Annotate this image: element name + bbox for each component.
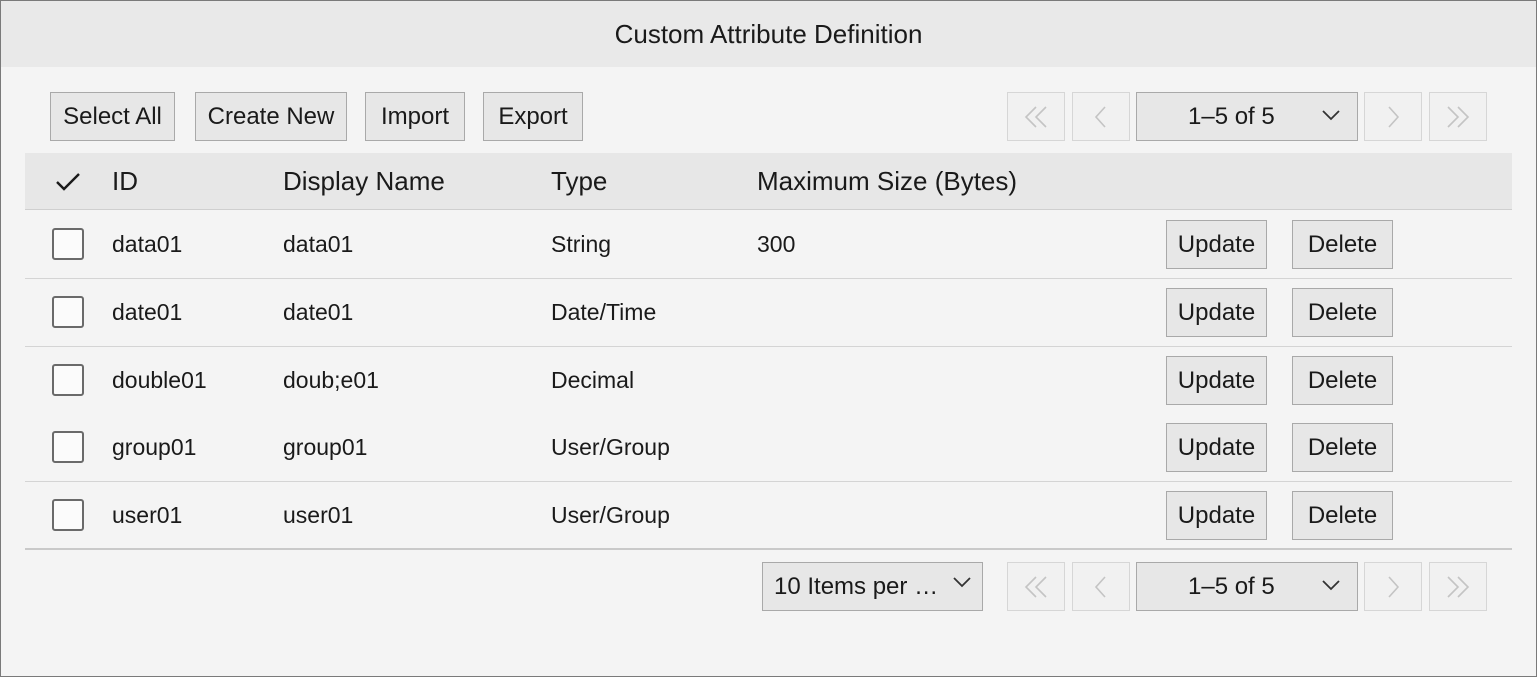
update-button[interactable]: Update [1166, 288, 1267, 337]
next-page-icon [1388, 575, 1400, 598]
update-label: Update [1177, 501, 1256, 529]
cell-id: date01 [112, 299, 183, 325]
last-page-icon [1447, 105, 1470, 128]
row-checkbox[interactable] [52, 499, 84, 531]
checkmark-icon [56, 172, 80, 191]
cell-type: User/Group [551, 502, 670, 528]
dialog-window: Custom Attribute Definition Select All C… [0, 0, 1537, 677]
page-range-select-bottom[interactable]: 1–5 of 5 [1136, 562, 1358, 611]
table-header: ID Display Name Type Maximum Size (Bytes… [25, 153, 1512, 210]
delete-label: Delete [1307, 366, 1378, 394]
delete-label: Delete [1307, 501, 1378, 529]
table-row: data01 data01 String 300 Update Delete [25, 211, 1512, 279]
prev-page-button-bottom[interactable] [1072, 562, 1130, 611]
chevron-down-icon [953, 577, 971, 588]
update-label: Update [1177, 366, 1256, 394]
update-button[interactable]: Update [1166, 423, 1267, 472]
next-page-button-bottom[interactable] [1364, 562, 1422, 611]
column-header-id[interactable]: ID [112, 153, 138, 210]
table-row: group01 group01 User/Group Update Delete [25, 414, 1512, 482]
chevron-down-icon [1322, 580, 1340, 591]
delete-button[interactable]: Delete [1292, 423, 1393, 472]
title-bar: Custom Attribute Definition [1, 1, 1536, 67]
update-button[interactable]: Update [1166, 356, 1267, 405]
create-new-button[interactable]: Create New [195, 92, 347, 141]
update-label: Update [1177, 433, 1256, 461]
prev-page-icon [1094, 575, 1106, 598]
export-button[interactable]: Export [483, 92, 583, 141]
update-button[interactable]: Update [1166, 220, 1267, 269]
delete-label: Delete [1307, 230, 1378, 258]
first-page-button-top[interactable] [1007, 92, 1065, 141]
cell-max-size: 300 [757, 231, 796, 257]
table-row: date01 date01 Date/Time Update Delete [25, 279, 1512, 347]
table-row: double01 doub;e01 Decimal Update Delete [25, 347, 1512, 415]
prev-page-icon [1094, 105, 1106, 128]
column-header-type[interactable]: Type [551, 153, 607, 210]
last-page-button-top[interactable] [1429, 92, 1487, 141]
create-new-label: Create New [207, 102, 335, 130]
cell-display-name: date01 [283, 299, 354, 325]
last-page-button-bottom[interactable] [1429, 562, 1487, 611]
first-page-icon [1024, 575, 1047, 598]
row-checkbox[interactable] [52, 296, 84, 328]
row-checkbox[interactable] [52, 228, 84, 260]
last-page-icon [1447, 575, 1470, 598]
delete-button[interactable]: Delete [1292, 220, 1393, 269]
delete-button[interactable]: Delete [1292, 356, 1393, 405]
column-header-max-size[interactable]: Maximum Size (Bytes) [757, 153, 1017, 210]
delete-label: Delete [1307, 433, 1378, 461]
import-button[interactable]: Import [365, 92, 465, 141]
chevron-down-icon [1322, 110, 1340, 121]
select-all-label: Select All [63, 102, 162, 130]
select-all-checkmark[interactable] [55, 153, 81, 210]
items-per-page-label: 10 Items per … [774, 572, 939, 600]
next-page-button-top[interactable] [1364, 92, 1422, 141]
update-label: Update [1177, 298, 1256, 326]
cell-type: User/Group [551, 434, 670, 460]
table-row: user01 user01 User/Group Update Delete [25, 482, 1512, 550]
window-title: Custom Attribute Definition [614, 18, 923, 49]
items-per-page-select[interactable]: 10 Items per … [762, 562, 983, 611]
delete-label: Delete [1307, 298, 1378, 326]
cell-type: Decimal [551, 367, 635, 393]
next-page-icon [1388, 105, 1400, 128]
page-range-label-top: 1–5 of 5 [1188, 102, 1275, 130]
row-checkbox[interactable] [52, 431, 84, 463]
update-label: Update [1177, 230, 1256, 258]
cell-display-name: group01 [283, 434, 368, 460]
cell-type: String [551, 231, 612, 257]
cell-id: user01 [112, 502, 183, 528]
column-header-display-name[interactable]: Display Name [283, 153, 445, 210]
first-page-button-bottom[interactable] [1007, 562, 1065, 611]
cell-display-name: user01 [283, 502, 354, 528]
first-page-icon [1024, 105, 1047, 128]
cell-display-name: doub;e01 [283, 367, 379, 393]
import-label: Import [380, 102, 449, 130]
prev-page-button-top[interactable] [1072, 92, 1130, 141]
select-all-button[interactable]: Select All [50, 92, 175, 141]
update-button[interactable]: Update [1166, 491, 1267, 540]
export-label: Export [498, 102, 568, 130]
cell-id: group01 [112, 434, 197, 460]
cell-display-name: data01 [283, 231, 354, 257]
delete-button[interactable]: Delete [1292, 288, 1393, 337]
row-checkbox[interactable] [52, 364, 84, 396]
cell-id: double01 [112, 367, 207, 393]
delete-button[interactable]: Delete [1292, 491, 1393, 540]
cell-id: data01 [112, 231, 183, 257]
page-range-select-top[interactable]: 1–5 of 5 [1136, 92, 1358, 141]
cell-type: Date/Time [551, 299, 657, 325]
page-range-label-bottom: 1–5 of 5 [1188, 572, 1275, 600]
